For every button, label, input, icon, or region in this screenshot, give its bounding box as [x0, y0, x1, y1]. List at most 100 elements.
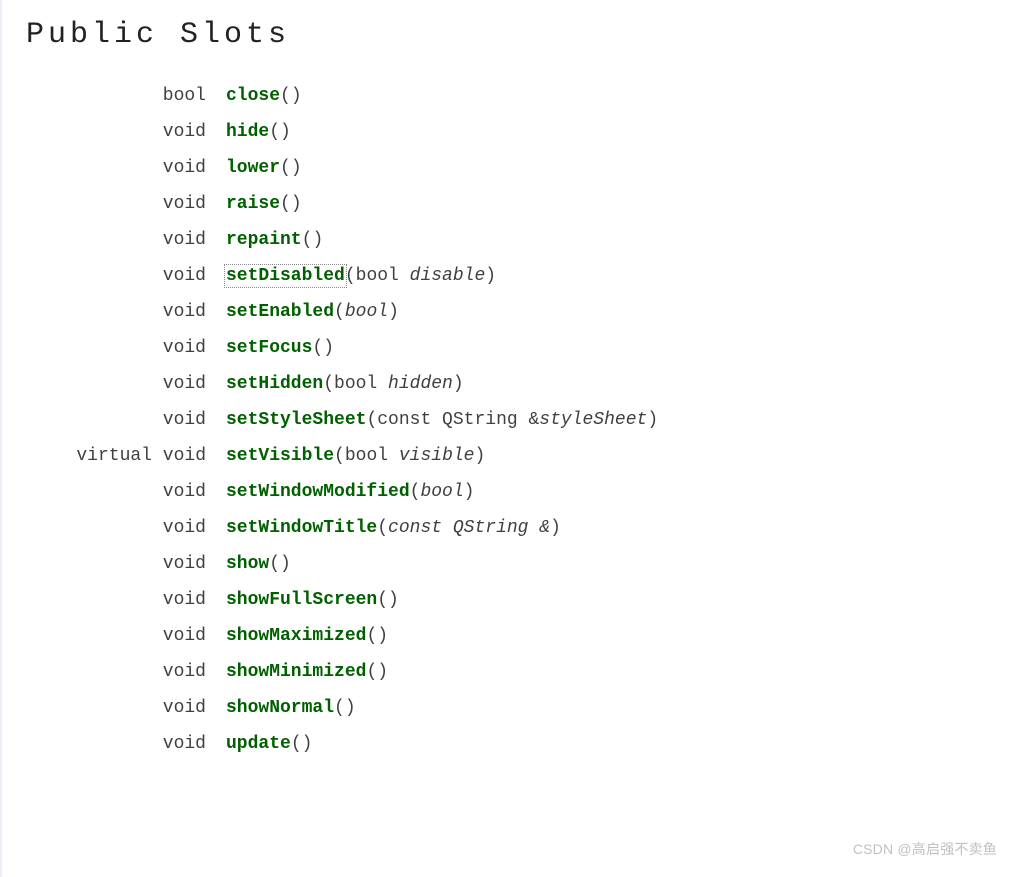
return-type: void	[26, 258, 216, 294]
slot-row: voidshowMaximized()	[26, 618, 668, 654]
paren-open: (	[291, 734, 302, 754]
slot-row: voidupdate()	[26, 726, 668, 762]
signature-cell: hide()	[216, 114, 668, 150]
return-type: void	[26, 366, 216, 402]
paren-open: (	[366, 410, 377, 430]
param-name: visible	[399, 446, 475, 466]
signature-cell: setFocus()	[216, 330, 668, 366]
signature-cell: update()	[216, 726, 668, 762]
param-name: const QString &	[388, 518, 550, 538]
paren-close: )	[550, 518, 561, 538]
paren-open: (	[345, 266, 356, 286]
function-link[interactable]: setWindowModified	[226, 482, 410, 502]
return-type: void	[26, 474, 216, 510]
slot-row: voidsetEnabled(bool)	[26, 294, 668, 330]
function-link[interactable]: close	[226, 86, 280, 106]
function-link[interactable]: showMinimized	[226, 662, 366, 682]
paren-close: )	[280, 122, 291, 142]
paren-close: )	[280, 554, 291, 574]
signature-cell: setHidden(bool hidden)	[216, 366, 668, 402]
return-type: void	[26, 582, 216, 618]
signature-cell: raise()	[216, 186, 668, 222]
function-link[interactable]: setStyleSheet	[226, 410, 366, 430]
return-type: void	[26, 618, 216, 654]
function-link[interactable]: repaint	[226, 230, 302, 250]
return-type: void	[26, 114, 216, 150]
function-link[interactable]: setDisabled	[226, 266, 345, 286]
watermark: CSDN @高启强不卖鱼	[853, 839, 997, 859]
signature-cell: showMaximized()	[216, 618, 668, 654]
param-type: bool	[345, 446, 399, 466]
signature-cell: setVisible(bool visible)	[216, 438, 668, 474]
return-type: void	[26, 186, 216, 222]
paren-open: (	[334, 302, 345, 322]
paren-close: )	[474, 446, 485, 466]
function-link[interactable]: hide	[226, 122, 269, 142]
signature-cell: setWindowTitle(const QString &)	[216, 510, 668, 546]
paren-close: )	[485, 266, 496, 286]
slot-row: voidsetDisabled(bool disable)	[26, 258, 668, 294]
return-type: bool	[26, 78, 216, 114]
return-type: void	[26, 726, 216, 762]
paren-open: (	[269, 122, 280, 142]
paren-close: )	[291, 158, 302, 178]
function-link[interactable]: showMaximized	[226, 626, 366, 646]
signature-cell: setDisabled(bool disable)	[216, 258, 668, 294]
signature-cell: close()	[216, 78, 668, 114]
return-type: void	[26, 150, 216, 186]
slot-row: voidsetFocus()	[26, 330, 668, 366]
function-link[interactable]: showNormal	[226, 698, 334, 718]
signature-cell: show()	[216, 546, 668, 582]
paren-close: )	[312, 230, 323, 250]
paren-open: (	[366, 662, 377, 682]
param-name: hidden	[388, 374, 453, 394]
return-type: void	[26, 510, 216, 546]
paren-open: (	[280, 86, 291, 106]
function-link[interactable]: setFocus	[226, 338, 312, 358]
paren-close: )	[302, 734, 313, 754]
signature-cell: showMinimized()	[216, 654, 668, 690]
paren-open: (	[280, 194, 291, 214]
paren-open: (	[280, 158, 291, 178]
paren-close: )	[345, 698, 356, 718]
paren-close: )	[388, 302, 399, 322]
function-link[interactable]: raise	[226, 194, 280, 214]
slot-row: void repaint()	[26, 222, 668, 258]
function-link[interactable]: setEnabled	[226, 302, 334, 322]
signature-cell: setEnabled(bool)	[216, 294, 668, 330]
paren-open: (	[377, 590, 388, 610]
slot-row: voidshowMinimized()	[26, 654, 668, 690]
paren-close: )	[291, 86, 302, 106]
param-name: bool	[345, 302, 388, 322]
return-type: void	[26, 546, 216, 582]
param-type: bool	[334, 374, 388, 394]
doc-page: Public Slots boolclose()voidhide()voidlo…	[0, 0, 1015, 877]
paren-open: (	[334, 698, 345, 718]
function-link[interactable]: setWindowTitle	[226, 518, 377, 538]
return-type: void	[26, 654, 216, 690]
slot-row: voidraise()	[26, 186, 668, 222]
slot-row: void lower()	[26, 150, 668, 186]
function-link[interactable]: update	[226, 734, 291, 754]
signature-cell: setStyleSheet(const QString &styleSheet)	[216, 402, 668, 438]
return-type: void	[26, 402, 216, 438]
function-link[interactable]: show	[226, 554, 269, 574]
function-link[interactable]: setHidden	[226, 374, 323, 394]
return-type: void	[26, 690, 216, 726]
paren-open: (	[366, 626, 377, 646]
paren-open: (	[312, 338, 323, 358]
slot-row: voidhide()	[26, 114, 668, 150]
slot-row: voidshow()	[26, 546, 668, 582]
paren-open: (	[302, 230, 313, 250]
function-link[interactable]: lower	[226, 158, 280, 178]
paren-open: (	[410, 482, 421, 502]
paren-open: (	[377, 518, 388, 538]
function-link[interactable]: setVisible	[226, 446, 334, 466]
slot-row: virtual voidsetVisible(bool visible)	[26, 438, 668, 474]
signature-cell: showFullScreen()	[216, 582, 668, 618]
slots-table: boolclose()voidhide()voidlower()voidrais…	[26, 78, 668, 762]
return-type: void	[26, 222, 216, 258]
slot-row: voidsetWindowModified(bool)	[26, 474, 668, 510]
slot-row: void showNormal()	[26, 690, 668, 726]
function-link[interactable]: showFullScreen	[226, 590, 377, 610]
